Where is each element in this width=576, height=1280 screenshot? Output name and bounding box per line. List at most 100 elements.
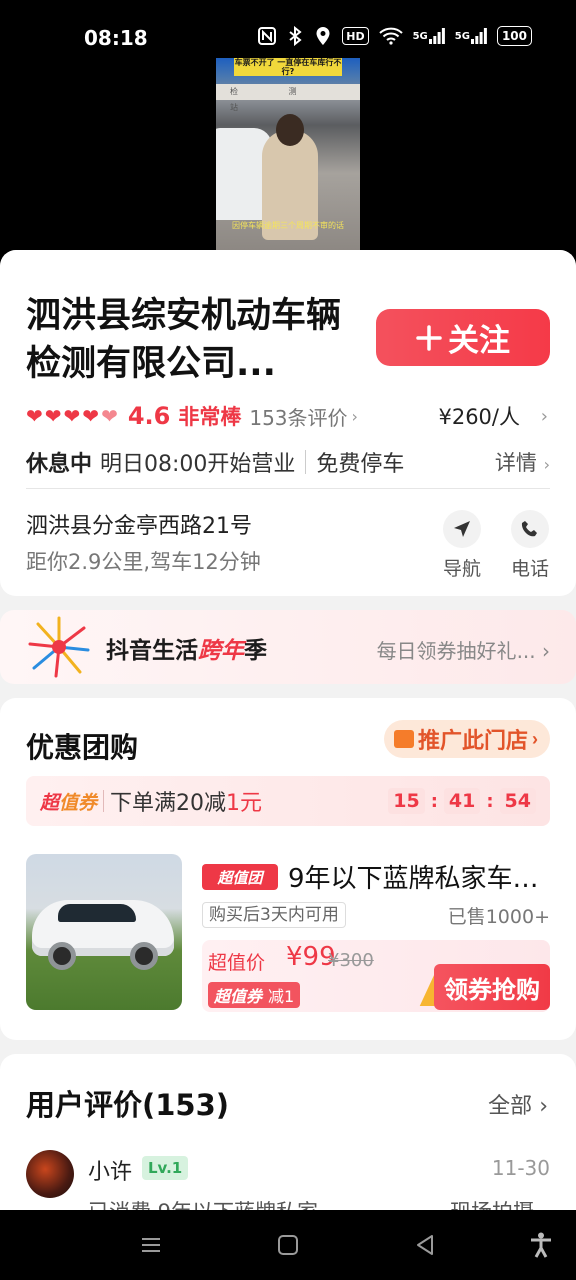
battery-icon: 100 [496,26,532,46]
car-wheel [48,942,76,970]
countdown-hours: 15 [388,788,425,814]
deal-usage: 购买后3天内可用 [202,902,346,928]
deal-coupon-badge: 超值券 减1 [208,982,301,1008]
reviews-title: 用户评价(153) [26,1088,230,1122]
promote-store-button[interactable]: 推广此门店 › [383,720,550,758]
5g-signal-icon: 5G [455,26,487,46]
heart-icon: ❤ [63,404,81,428]
rating-row[interactable]: ❤ ❤ ❤ ❤ ❤ 4.6 非常棒 153条评价 › ¥260/人 › [26,400,554,432]
heart-icon: ❤ [44,404,62,428]
coupon-brand: 超值券 [40,788,97,815]
deal-title[interactable]: 9年以下蓝牌私家车年审 [288,858,550,895]
group-deals-card: 优惠团购 推广此门店 › 超值券 下单满20减1元 15 : 41 : 54 超… [0,698,576,1040]
store-distance: 距你2.9公里,驾车12分钟 [26,550,261,574]
store-sheet: 泗洪县综安机动车辆检测有限公司... 关注 ❤ ❤ ❤ ❤ ❤ 4.6 非常棒 … [0,250,576,1210]
location-icon [314,26,332,46]
next-open-time: 明日08:00开始营业 [100,452,296,477]
system-nav-bar [0,1210,576,1280]
reviews-all-label: 全部 [488,1094,533,1119]
navigate-button[interactable]: 导航 [432,510,492,581]
promo-banner[interactable]: 抖音生活跨年季 每日领券抽好礼... › [0,610,576,684]
level-badge: Lv.1 [142,1156,189,1180]
back-icon[interactable] [410,1230,440,1260]
car-window [58,904,136,922]
review-photo-tag: 现场拍摄 [450,1196,534,1210]
coupon-brand-part: 超 [40,791,60,814]
detail-label: 详情 [494,451,537,475]
chevron-right-icon: › [351,406,358,426]
deal-price-box: 超值价 ¥99 ¥300 超值券 减1 领券抢购 [202,940,550,1012]
promo-title-part: 季 [244,638,267,664]
deal-tag: 超值团 [202,864,278,890]
deal-price-label: 超值价 [208,952,266,974]
rating-hearts: ❤ ❤ ❤ ❤ ❤ [26,406,118,426]
coupon-text-part: 下单满20减 [110,791,227,816]
business-status: 休息中 [26,452,93,477]
deal-image[interactable] [26,854,182,1010]
nfc-icon [258,26,277,46]
video-person-head [276,114,304,146]
review-date: 11-30 [491,1156,550,1180]
clock: 08:18 [84,26,148,50]
countdown-separator: : [430,790,438,812]
reviews-card: 用户评价(153) 全部 › 小许 Lv.1 11-30 已消费 9年以下蓝牌私… [0,1054,576,1210]
store-info-card: 泗洪县综安机动车辆检测有限公司... 关注 ❤ ❤ ❤ ❤ ❤ 4.6 非常棒 … [0,250,576,596]
promote-label: 推广此门店 [417,728,528,753]
video-caption: 因停车辆逾期三个周期不审的话 [232,221,344,230]
video-building-sign: 检 测 站 [216,84,360,112]
home-icon[interactable] [273,1230,303,1260]
store-address[interactable]: 泗洪县分金亭西路21号 [26,508,252,540]
deal-coupon-discount: 减1 [268,987,295,1006]
phone-icon [511,510,549,548]
deal-coupon-brand: 超值券 [214,987,263,1006]
chevron-right-icon: › [539,1094,548,1119]
countdown-separator: : [486,790,494,812]
deals-section-title: 优惠团购 [26,731,139,764]
phone-label: 电话 [510,558,549,580]
heart-icon: ❤ [26,404,43,428]
divider [305,450,307,474]
5g-signal-icon: 5G [413,26,445,46]
hours-row: 休息中 明日08:00开始营业 免费停车 详情 › [26,445,550,479]
video-banner-text: 车票不开了 一直停在车库行不行? [234,58,342,76]
bluetooth-icon [286,26,304,46]
deal-sold-count: 已售1000+ [447,906,550,928]
follow-button[interactable]: 关注 [376,309,550,366]
countdown-timer: 15 : 41 : 54 [388,788,536,814]
follow-label: 关注 [448,323,510,358]
navigate-label: 导航 [442,558,481,580]
shopping-bag-icon [393,730,414,748]
avatar[interactable] [26,1150,74,1198]
deal-original-price: ¥300 [328,950,374,971]
countdown-seconds: 54 [499,788,536,814]
accessibility-icon[interactable] [526,1230,556,1260]
coupon-brand-part: 值券 [59,791,98,814]
grab-coupon-button[interactable]: 领券抢购 [434,964,550,1010]
detail-link[interactable]: 详情 › [495,447,550,477]
promo-title-highlight: 跨年 [198,638,244,664]
phone-button[interactable]: 电话 [500,510,560,581]
firework-icon [28,616,90,678]
menu-icon[interactable] [136,1230,166,1260]
status-bar: 08:18 HD 5G 5G 100 [0,0,576,58]
average-price: ¥260/人 [438,405,520,429]
status-icons: HD 5G 5G 100 [258,26,532,46]
review-count-link[interactable]: 153条评价 [249,402,347,431]
heart-icon: ❤ [82,404,100,428]
video-thumbnail[interactable]: 车票不开了 一直停在车库行不行? 检 测 站 因停车辆逾期三个周期不审的话 [216,58,360,250]
plus-icon [416,324,442,351]
reviewer-name[interactable]: 小许 [88,1154,132,1186]
chevron-right-icon: › [532,728,538,749]
chevron-right-icon[interactable]: › [541,406,548,427]
coupon-bar[interactable]: 超值券 下单满20减1元 15 : 41 : 54 [26,776,550,826]
divider [103,790,105,812]
promo-subtitle: 每日领券抽好礼... › [376,639,550,663]
car-wheel [130,942,158,970]
video-area[interactable]: 车票不开了 一直停在车库行不行? 检 测 站 因停车辆逾期三个周期不审的话 [0,58,576,258]
chevron-right-icon: › [543,455,550,474]
review-meta: 已消费 9年以下蓝牌私家... [88,1196,338,1210]
rating-word: 非常棒 [178,405,242,429]
reviews-all-link[interactable]: 全部 › [488,1088,548,1120]
hd-icon: HD [342,27,369,45]
store-name: 泗洪县综安机动车辆检测有限公司... [26,296,342,384]
